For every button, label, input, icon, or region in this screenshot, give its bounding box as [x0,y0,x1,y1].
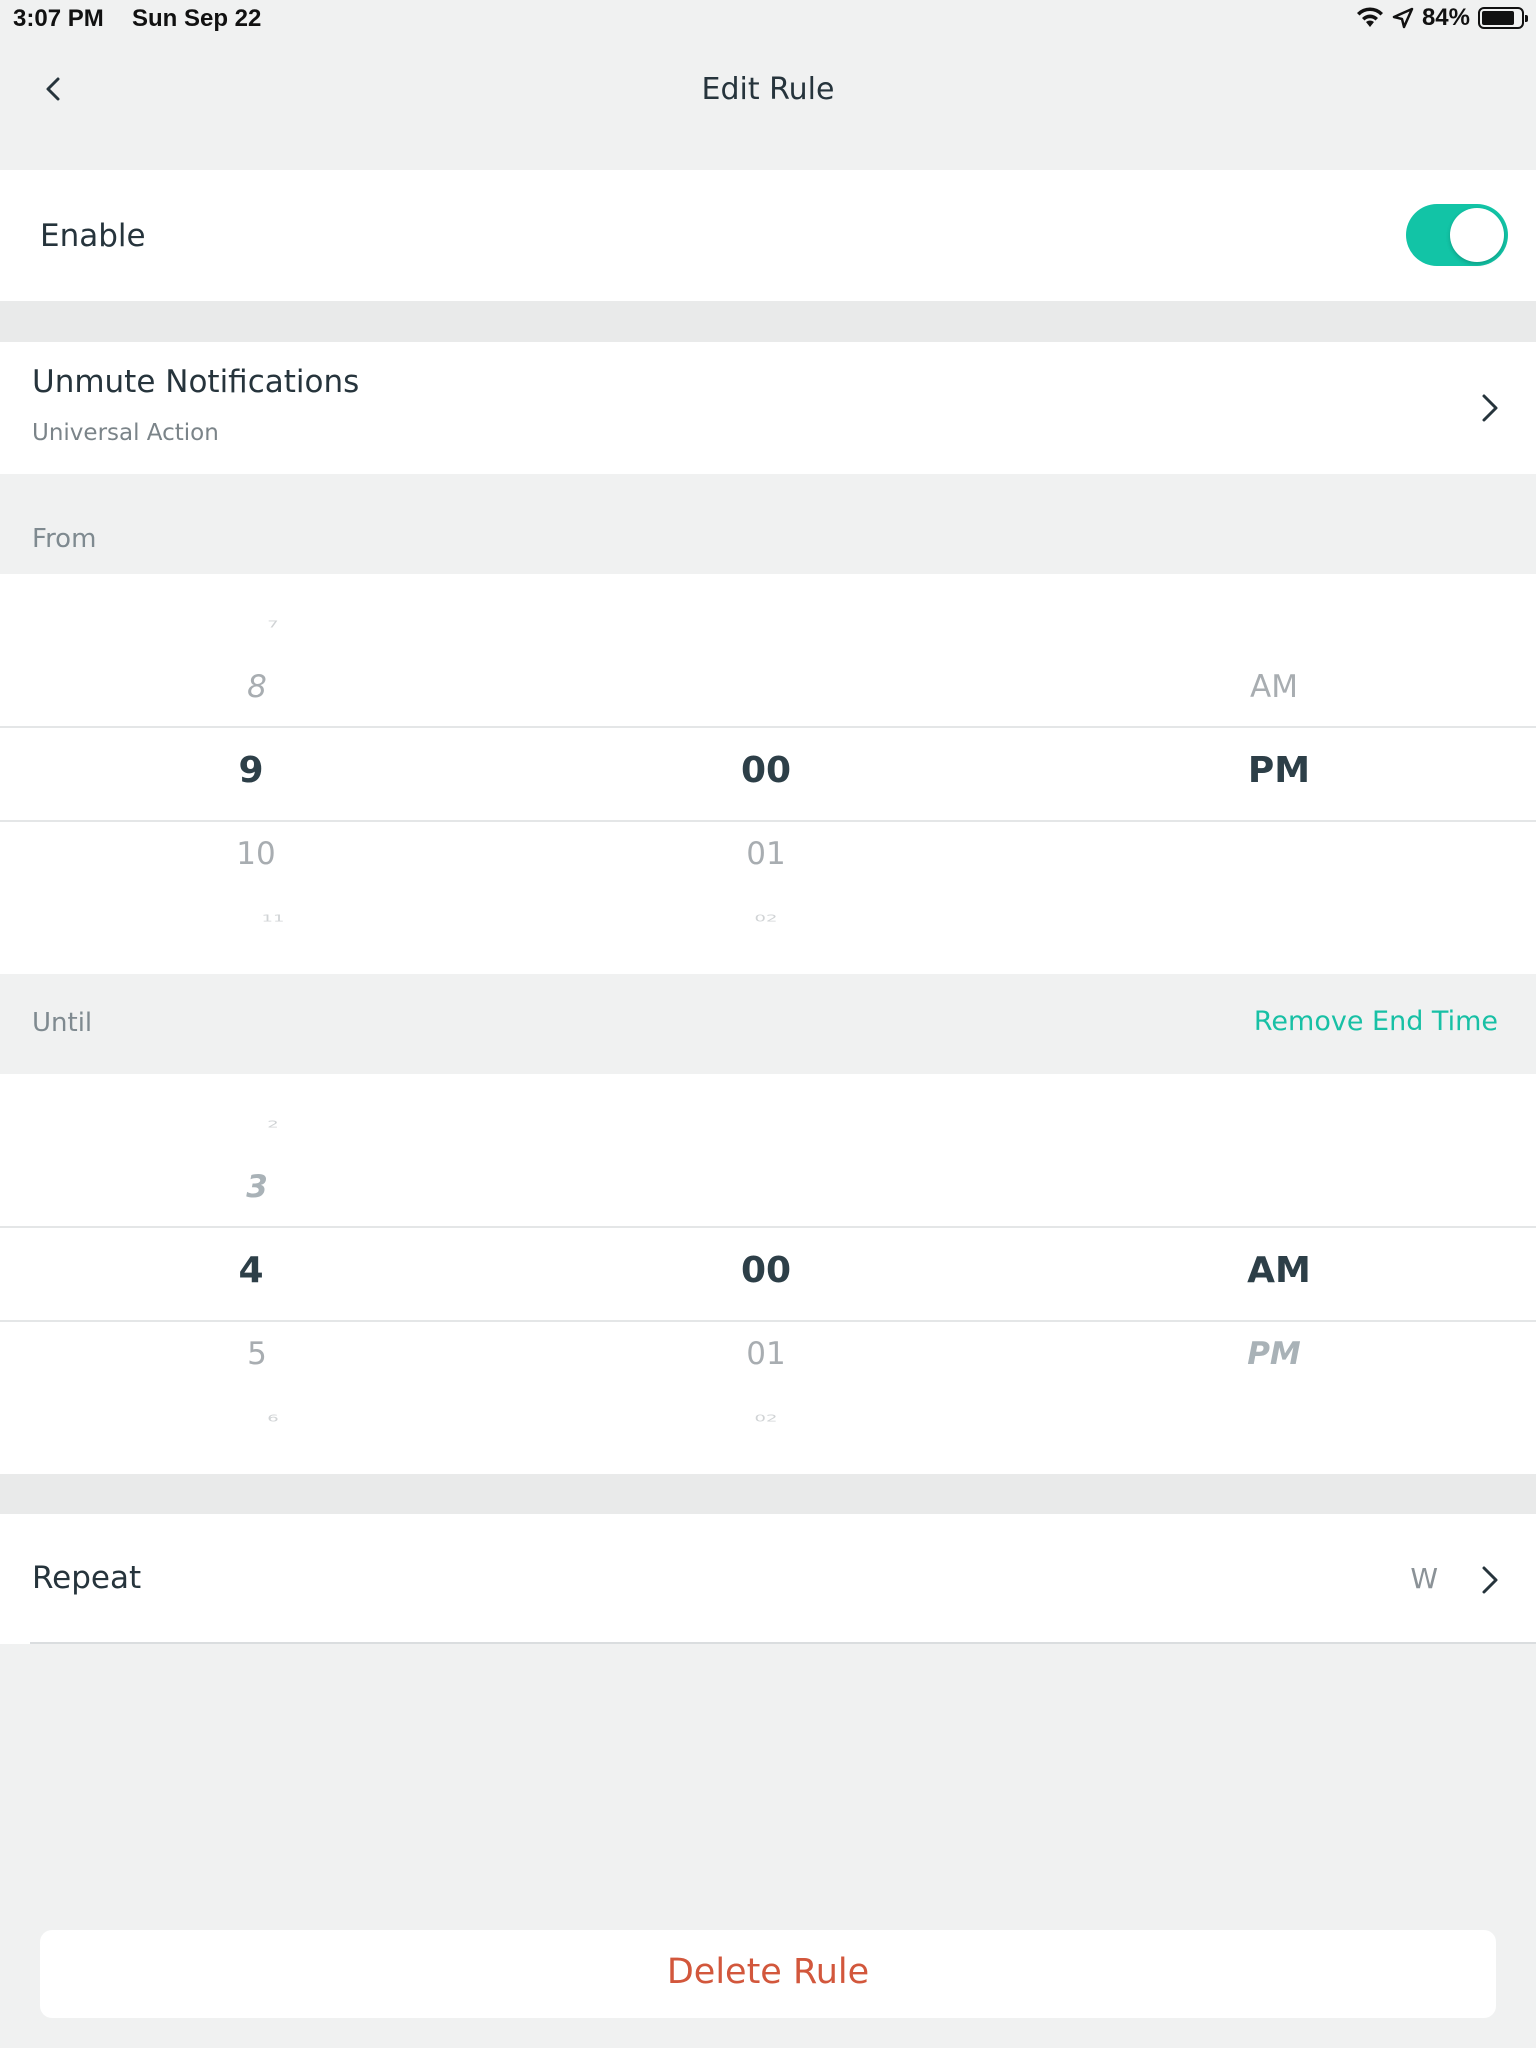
from-hour-below[interactable]: 10 [156,836,356,872]
repeat-label: Repeat [32,1560,142,1596]
status-indicators: 84% [1356,4,1528,32]
until-time-picker[interactable]: 2 3 4 5 6 00 01 02 AM PM [0,1074,1536,1474]
repeat-value: W [1410,1562,1438,1595]
until-hour-far-below[interactable]: 6 [173,1413,373,1425]
status-time: 3:07 PM [13,5,104,32]
toggle-knob [1450,208,1504,262]
from-minute-selected[interactable]: 00 [666,750,866,791]
chevron-right-icon [1482,1566,1498,1594]
until-period-selected[interactable]: AM [1179,1250,1379,1291]
enable-row: Enable [0,170,1536,301]
picker-highlight-bottom [0,1320,1536,1322]
until-hour-above[interactable]: 3 [157,1169,357,1205]
from-hour-above[interactable]: 8 [157,669,357,705]
from-hour-far-below[interactable]: 11 [173,913,373,925]
enable-toggle[interactable] [1406,204,1508,266]
section-divider [0,301,1536,342]
until-header: Until Remove End Time [0,974,1536,1074]
until-minute-below[interactable]: 01 [666,1336,866,1372]
until-hour-selected[interactable]: 4 [151,1250,351,1291]
picker-highlight-top [0,726,1536,728]
status-bar: 3:07 PM Sun Sep 22 84% [0,0,1536,40]
from-period-above[interactable]: AM [1174,669,1374,705]
battery-icon [1478,7,1528,29]
battery-percent: 84% [1421,4,1470,31]
delete-rule-button[interactable]: Delete Rule [40,1930,1496,2018]
picker-highlight-top [0,1226,1536,1228]
picker-highlight-bottom [0,820,1536,822]
nav-bar: Edit Rule [0,40,1536,170]
until-period-below[interactable]: PM [1174,1336,1374,1372]
from-header: From [0,474,1536,574]
from-hour-selected[interactable]: 9 [151,750,351,791]
enable-label: Enable [40,218,146,254]
until-minute-far-below[interactable]: 02 [666,1413,866,1425]
remove-end-time-link[interactable]: Remove End Time [1254,1006,1498,1037]
until-label: Until [32,1008,93,1038]
from-minute-below[interactable]: 01 [666,836,866,872]
section-divider [0,1474,1536,1514]
action-row[interactable]: Unmute Notifications Universal Action [0,342,1536,474]
row-separator [30,1642,1536,1644]
action-title: Unmute Notifications [32,364,360,400]
page-title: Edit Rule [701,72,835,107]
from-time-picker[interactable]: 7 8 9 10 11 00 01 02 AM PM [0,574,1536,974]
until-hour-below[interactable]: 5 [157,1336,357,1372]
chevron-right-icon [1482,394,1498,422]
from-hour-far-above[interactable]: 7 [173,619,373,631]
location-arrow-icon [1392,7,1414,29]
delete-rule-label: Delete Rule [666,1952,870,1992]
action-subtitle: Universal Action [32,420,219,446]
wifi-icon [1356,7,1384,29]
repeat-row[interactable]: Repeat W [0,1514,1536,1644]
from-label: From [32,524,97,554]
until-hour-far-above[interactable]: 2 [173,1119,373,1131]
from-minute-far-below[interactable]: 02 [666,913,866,925]
from-period-selected[interactable]: PM [1179,750,1379,791]
until-minute-selected[interactable]: 00 [666,1250,866,1291]
status-date: Sun Sep 22 [132,5,262,32]
